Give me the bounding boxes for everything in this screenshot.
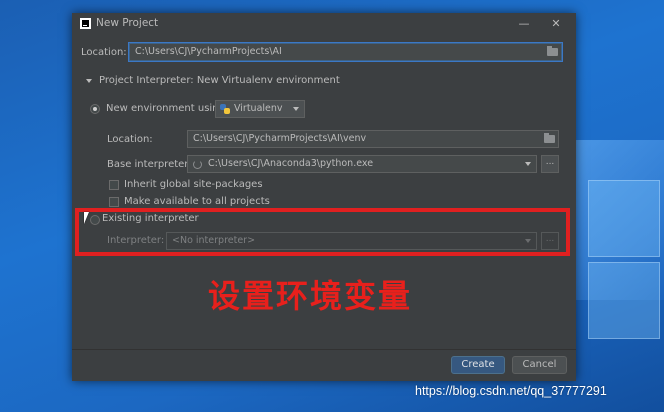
annotation-text: 设置环境变量	[208, 277, 413, 315]
venv-location-value: C:\Users\CJ\PycharmProjects\AI\venv	[193, 133, 367, 144]
window-title: New Project	[96, 17, 159, 29]
close-icon[interactable]: ✕	[546, 15, 566, 33]
make-available-checkbox[interactable]	[109, 197, 119, 207]
footer-separator	[72, 349, 576, 350]
watermark: https://blog.csdn.net/qq_37777291	[415, 384, 607, 398]
collapse-arrow-icon[interactable]	[86, 79, 92, 83]
python-icon	[220, 104, 230, 114]
interpreter-section-title[interactable]: Project Interpreter: New Virtualenv envi…	[99, 75, 340, 86]
windows-logo-pane	[588, 180, 660, 257]
venv-location-input[interactable]: C:\Users\CJ\PycharmProjects\AI\venv	[187, 130, 559, 148]
pycharm-icon	[80, 18, 91, 29]
cancel-button[interactable]: Cancel	[512, 356, 567, 374]
create-button[interactable]: Create	[451, 356, 505, 374]
location-label: Location:	[81, 47, 127, 58]
make-available-label[interactable]: Make available to all projects	[124, 196, 270, 207]
browse-base-interpreter-button[interactable]: ...	[541, 155, 559, 173]
chevron-down-icon	[293, 107, 299, 111]
new-environment-radio[interactable]	[90, 104, 100, 114]
venv-location-label: Location:	[107, 134, 153, 145]
location-input[interactable]: C:\Users\CJ\PycharmProjects\AI	[129, 43, 562, 61]
folder-icon[interactable]	[544, 133, 555, 144]
minimize-icon[interactable]: —	[514, 15, 534, 33]
environment-tool-value: Virtualenv	[234, 103, 283, 114]
red-highlight-box	[75, 208, 570, 256]
inherit-packages-checkbox[interactable]	[109, 180, 119, 190]
environment-tool-select[interactable]: Virtualenv	[215, 100, 305, 118]
new-project-dialog: New Project — ✕ Location: C:\Users\CJ\Py…	[72, 13, 576, 381]
windows-logo-pane	[588, 262, 660, 339]
chevron-down-icon	[525, 162, 531, 166]
loading-icon	[193, 160, 202, 169]
title-bar: New Project — ✕	[72, 13, 576, 35]
base-interpreter-value: C:\Users\CJ\Anaconda3\python.exe	[208, 158, 374, 169]
new-environment-label[interactable]: New environment using	[106, 103, 225, 114]
base-interpreter-label: Base interpreter:	[107, 159, 192, 170]
base-interpreter-select[interactable]: C:\Users\CJ\Anaconda3\python.exe	[187, 155, 537, 173]
inherit-packages-label[interactable]: Inherit global site-packages	[124, 179, 263, 190]
mouse-cursor-icon	[84, 212, 89, 224]
folder-icon[interactable]	[547, 46, 558, 57]
location-value: C:\Users\CJ\PycharmProjects\AI	[135, 46, 282, 57]
